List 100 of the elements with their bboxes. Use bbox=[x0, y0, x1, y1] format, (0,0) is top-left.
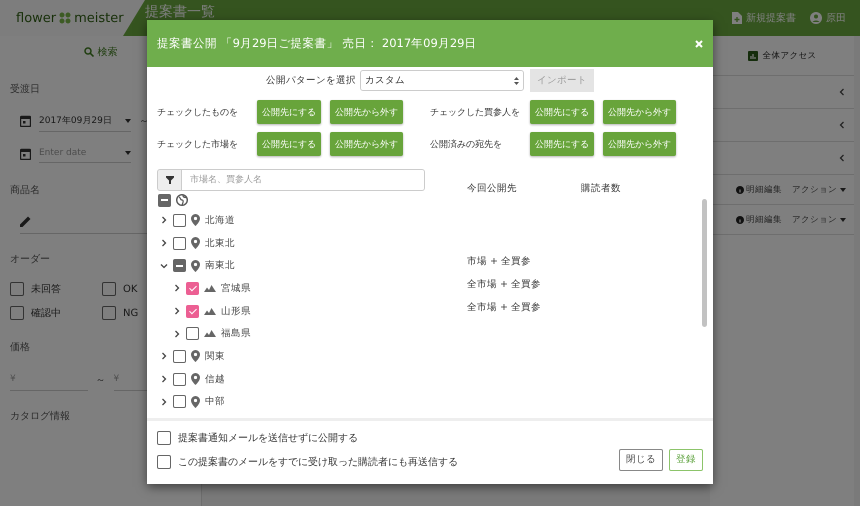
chevron-icon[interactable] bbox=[160, 216, 168, 224]
price-field[interactable]: ¥ bbox=[10, 368, 88, 391]
tree-label: 宮城県 bbox=[221, 282, 251, 295]
caret-icon bbox=[125, 118, 131, 122]
order-option[interactable]: 確認中 bbox=[10, 306, 102, 320]
option-checkbox-row[interactable]: この提案書のメールをすでに受け取った購読者にも再送信する bbox=[157, 455, 458, 469]
chevron-icon[interactable] bbox=[838, 88, 846, 96]
checkbox[interactable] bbox=[173, 395, 186, 408]
target-cell: 全市場 + 全買参 bbox=[467, 278, 541, 291]
chevron-icon[interactable] bbox=[173, 330, 181, 338]
tree-label: 南東北 bbox=[205, 259, 235, 272]
checkbox[interactable] bbox=[173, 236, 186, 250]
tree-label: 福島県 bbox=[221, 327, 251, 340]
pencil-icon[interactable] bbox=[20, 215, 32, 227]
option-checkbox-row[interactable]: 提案書通知メールを送信せずに公開する bbox=[157, 431, 458, 445]
tree-row[interactable]: 北海道 bbox=[157, 209, 425, 232]
new-proposal-link[interactable]: 新規提案書 bbox=[732, 11, 796, 25]
chevron-icon[interactable] bbox=[173, 307, 181, 316]
action-dropdown[interactable]: アクション bbox=[792, 184, 846, 196]
tree-label: 関東 bbox=[205, 350, 225, 363]
pattern-select[interactable]: カスタム bbox=[360, 70, 524, 91]
scrollbar[interactable] bbox=[702, 199, 707, 327]
action-label: チェックしたものを bbox=[157, 106, 239, 118]
bulk-action-button[interactable]: 公開先から外す bbox=[330, 132, 403, 156]
bulk-action-button[interactable]: 公開先にする bbox=[530, 100, 594, 124]
flower-logo-icon bbox=[58, 12, 72, 24]
range-separator: ～ bbox=[139, 115, 149, 128]
checkbox[interactable] bbox=[186, 282, 199, 295]
dialog-title: 提案書公開 「9月29日ご提案書」 売日： 2017年09月29日 bbox=[157, 36, 476, 51]
chevron-icon[interactable] bbox=[160, 239, 168, 248]
action-label: 公開済みの宛先を bbox=[430, 138, 503, 150]
order-option[interactable]: NG bbox=[102, 306, 182, 320]
bulk-action-button[interactable]: 公開先から外す bbox=[330, 100, 403, 124]
close-button[interactable]: 閉じる bbox=[619, 448, 663, 470]
chevron-icon[interactable] bbox=[838, 121, 846, 129]
select-arrows-icon bbox=[514, 76, 519, 84]
checkbox[interactable] bbox=[173, 214, 186, 227]
search-button[interactable]: 検索 bbox=[78, 44, 124, 60]
field-label: オーダー bbox=[10, 253, 50, 266]
logo[interactable]: flower meister bbox=[0, 0, 145, 36]
filter-field[interactable]: 市場名、買参人名 bbox=[182, 169, 425, 191]
tree-row[interactable]: 南東北 bbox=[157, 254, 425, 278]
checkbox[interactable] bbox=[157, 455, 171, 469]
range-separator: ～ bbox=[96, 374, 106, 386]
tree-label: 信越 bbox=[205, 372, 225, 386]
bulk-action-button[interactable]: 公開先にする bbox=[530, 132, 594, 156]
column-header: 購読者数 bbox=[581, 182, 622, 194]
map-pin-icon bbox=[191, 214, 200, 226]
edit-details-link[interactable]: 明細編集 bbox=[736, 214, 782, 226]
checkbox[interactable] bbox=[186, 304, 199, 318]
tree-label: 中部 bbox=[205, 395, 225, 408]
bar-chart-icon bbox=[748, 50, 758, 60]
bulk-action-button[interactable]: 公開先から外す bbox=[603, 100, 676, 124]
action-dropdown[interactable]: アクション bbox=[792, 214, 846, 226]
close-icon[interactable] bbox=[695, 40, 703, 48]
order-option[interactable]: OK bbox=[102, 282, 182, 296]
chevron-icon[interactable] bbox=[838, 154, 846, 162]
submit-button[interactable]: 登録 bbox=[669, 448, 703, 470]
calendar-icon[interactable] bbox=[20, 148, 31, 160]
chevron-icon[interactable] bbox=[160, 398, 168, 406]
field-label: 価格 bbox=[10, 340, 30, 354]
field-label: 公開パターンを選択 bbox=[266, 74, 356, 87]
calendar-icon[interactable] bbox=[20, 115, 31, 127]
order-option[interactable]: 未回答 bbox=[10, 282, 102, 296]
info-icon bbox=[736, 186, 744, 194]
tree-row[interactable]: 中部 bbox=[157, 390, 425, 414]
tree-row[interactable]: 関東 bbox=[157, 345, 425, 368]
user-menu[interactable]: 原田 bbox=[810, 11, 846, 25]
globe-icon bbox=[176, 194, 188, 206]
checkbox[interactable] bbox=[173, 372, 186, 386]
checkbox[interactable] bbox=[157, 431, 171, 445]
chart-access-button[interactable]: 全体アクセス bbox=[748, 50, 816, 62]
section-label: カタログ情報 bbox=[10, 410, 70, 423]
checkbox[interactable] bbox=[102, 306, 116, 320]
checkbox[interactable] bbox=[173, 350, 186, 363]
caret-icon bbox=[125, 151, 131, 155]
tree-row[interactable]: 北東北 bbox=[157, 232, 425, 254]
filter-button[interactable] bbox=[157, 169, 182, 191]
chevron-icon[interactable] bbox=[160, 352, 168, 360]
tree-row[interactable]: 信越 bbox=[157, 368, 425, 390]
checkbox[interactable] bbox=[102, 282, 116, 296]
tree-row[interactable]: 福島県 bbox=[157, 322, 425, 346]
caret-icon bbox=[840, 218, 846, 222]
edit-details-link[interactable]: 明細編集 bbox=[736, 184, 782, 196]
chevron-icon[interactable] bbox=[173, 284, 181, 292]
checkbox[interactable] bbox=[173, 259, 186, 272]
target-cell: 全市場 + 全買参 bbox=[467, 300, 541, 314]
checkbox[interactable] bbox=[158, 194, 171, 206]
checkbox[interactable] bbox=[186, 327, 199, 340]
map-pin-icon bbox=[191, 350, 200, 362]
bulk-action-button[interactable]: 公開先にする bbox=[257, 132, 321, 156]
bulk-action-button[interactable]: 公開先から外す bbox=[603, 132, 676, 156]
date-field[interactable]: 2017年09月29日 bbox=[39, 110, 131, 132]
bulk-action-button[interactable]: 公開先にする bbox=[257, 100, 321, 124]
filter-icon bbox=[166, 176, 174, 184]
checkbox[interactable] bbox=[10, 282, 24, 296]
info-icon bbox=[736, 216, 744, 224]
chevron-icon[interactable] bbox=[160, 262, 168, 270]
checkbox[interactable] bbox=[10, 306, 24, 320]
chevron-icon[interactable] bbox=[160, 375, 168, 384]
